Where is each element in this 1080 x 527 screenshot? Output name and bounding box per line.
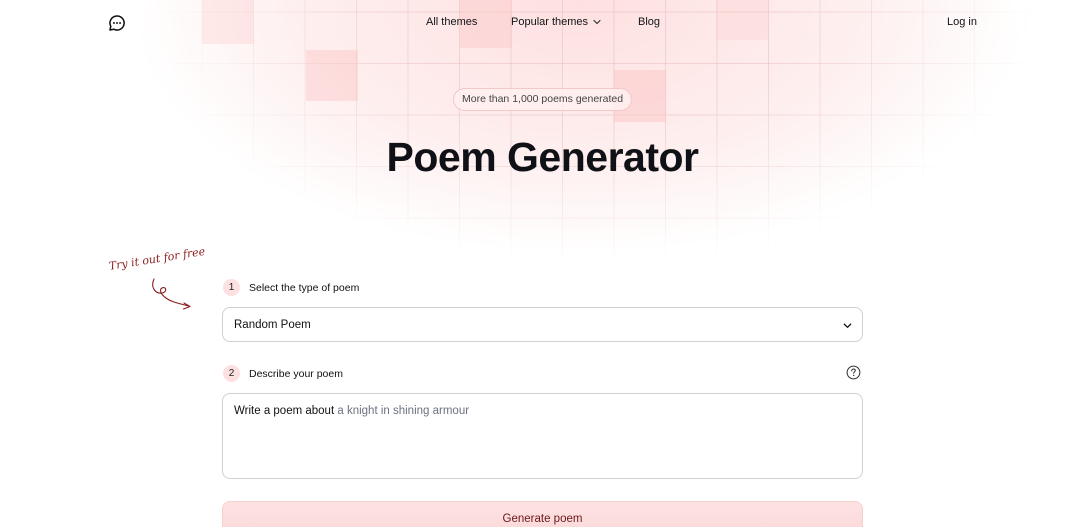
step-label: Select the type of poem [249,281,360,294]
generate-poem-button[interactable]: Generate poem [222,501,863,527]
step-label: Describe your poem [249,367,343,380]
poems-count-badge: More than 1,000 poems generated [453,88,633,111]
chat-bubble-icon[interactable] [108,14,126,32]
nav-dropdown-label: Popular themes [511,16,589,28]
step-number: 2 [223,365,240,382]
page-title: Poem Generator [386,134,700,180]
step-describe-poem: 2 Describe your poem [223,365,343,382]
chevron-down-icon [843,323,852,328]
poem-type-select[interactable]: Random Poem [222,307,863,342]
curly-arrow-icon [152,278,191,310]
step-number: 1 [223,279,240,296]
help-question-icon[interactable] [846,365,861,380]
grid-highlight-tile [306,50,358,101]
login-link[interactable]: Log in [947,16,977,28]
poem-description-textarea[interactable]: Write a poem about a knight in shining a… [222,393,863,479]
nav-dropdown-popular-themes[interactable]: Popular themes [511,16,602,28]
poem-type-selected-value: Random Poem [234,319,311,331]
description-placeholder: a knight in shining armour [337,405,470,417]
step-select-type: 1 Select the type of poem [223,279,359,296]
chevron-down-icon [593,19,601,25]
top-navigation: All themes Popular themes Blog Log in [0,0,1080,46]
nav-link-blog[interactable]: Blog [638,16,660,28]
poem-description-text: Write a poem about a knight in shining a… [234,405,469,417]
description-prefix: Write a poem about [234,405,335,417]
nav-link-all-themes[interactable]: All themes [426,16,477,28]
